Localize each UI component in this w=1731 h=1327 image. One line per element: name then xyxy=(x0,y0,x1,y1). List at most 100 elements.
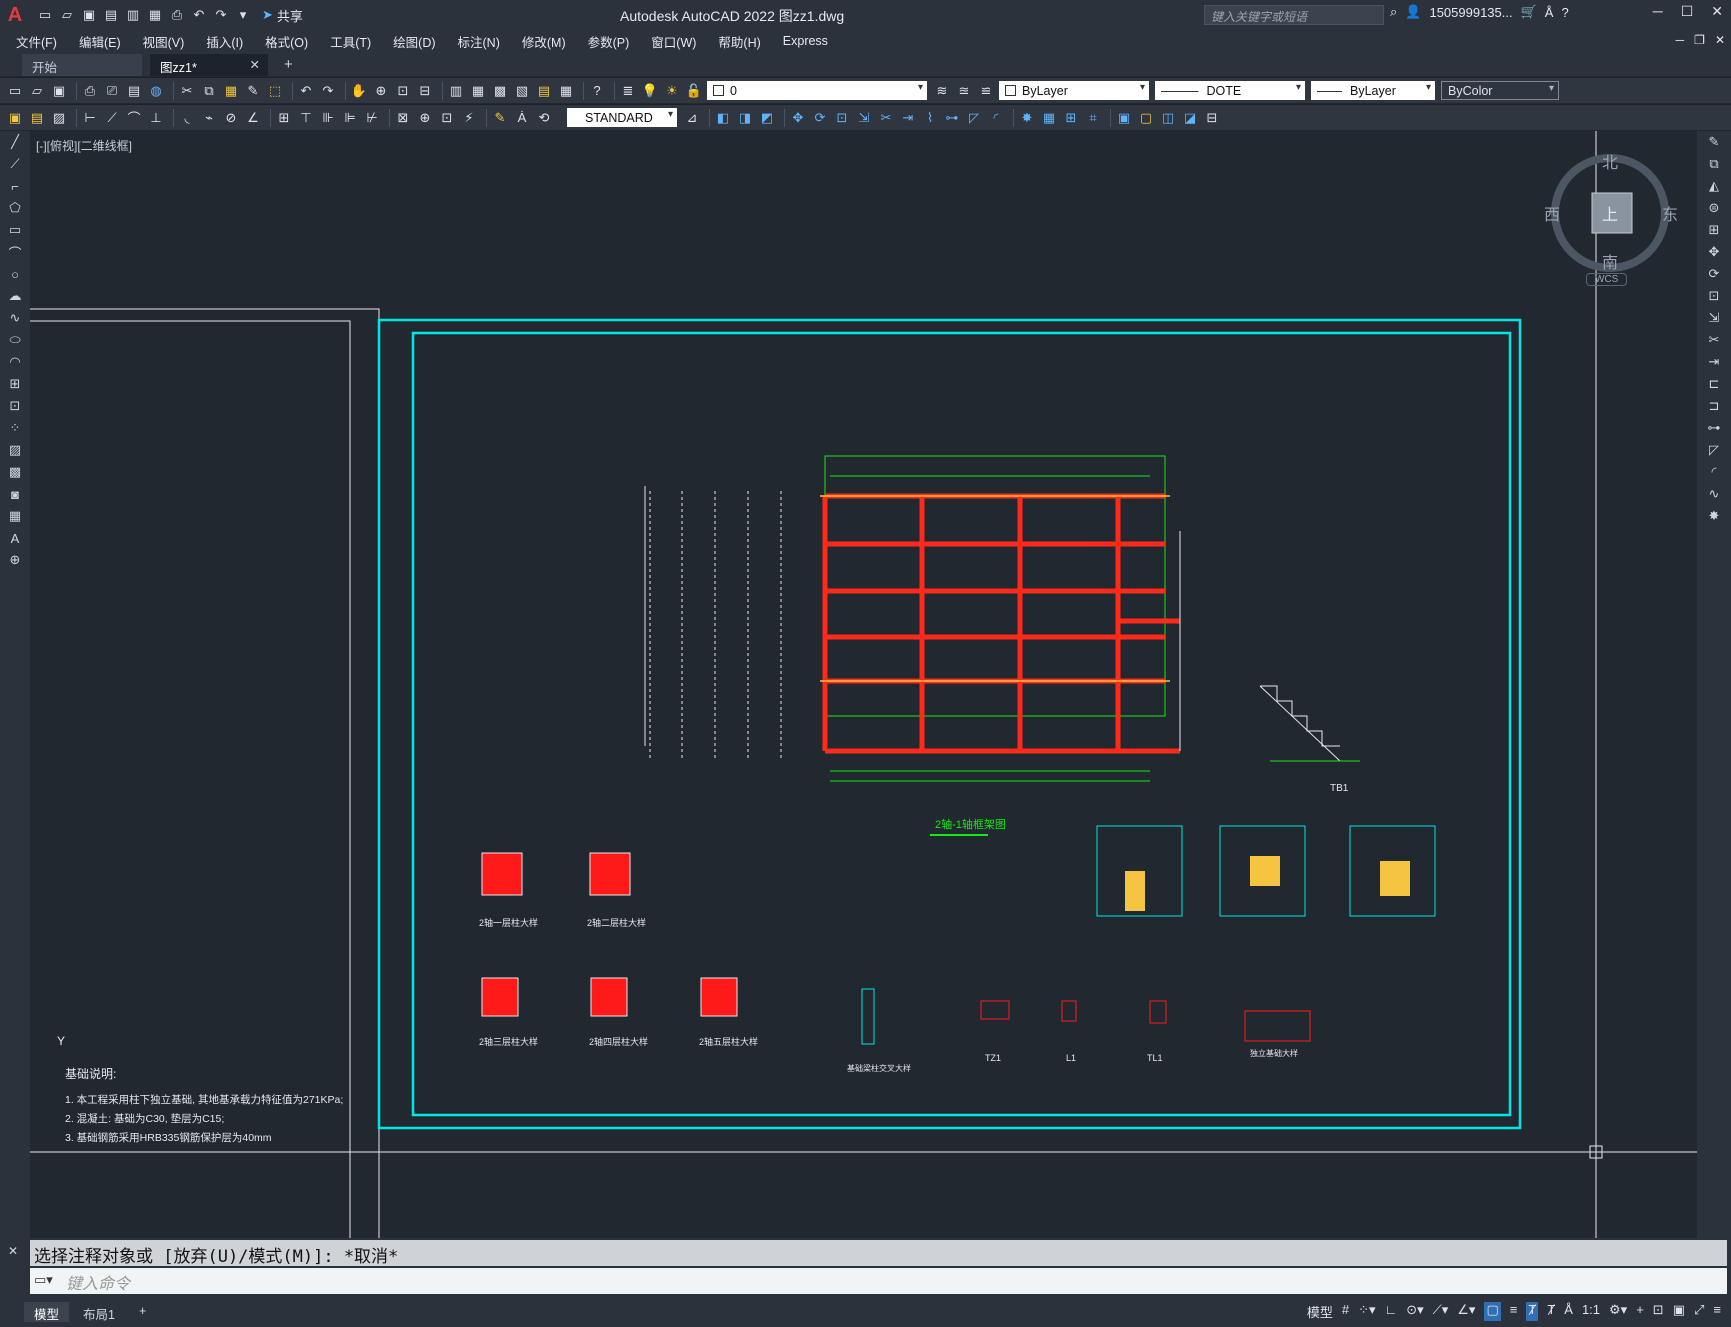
save-icon[interactable]: ▣ xyxy=(50,82,68,100)
compass-east[interactable]: 东 xyxy=(1662,201,1678,225)
osnap-tracking-icon[interactable]: ⟋▾ xyxy=(1433,1302,1449,1321)
blend-curves-icon[interactable]: ∿ xyxy=(1697,483,1731,505)
continue-dimension-icon[interactable]: ⊪ xyxy=(319,109,337,127)
undo-icon[interactable]: ↶ xyxy=(190,6,208,24)
doc-minimize-icon[interactable]: ─ xyxy=(1676,33,1685,47)
layer-previous-icon[interactable]: ≊ xyxy=(955,82,973,100)
table-icon[interactable]: ▦ xyxy=(0,505,30,527)
gradient-icon[interactable]: ▩ xyxy=(0,461,30,483)
units-icon[interactable]: ⊡ xyxy=(1653,1302,1664,1321)
search-icon[interactable]: ⌕ xyxy=(1390,4,1397,20)
menu-parametric[interactable]: 参数(P) xyxy=(588,32,630,51)
autocad-logo-icon[interactable]: A xyxy=(0,0,30,30)
region-icon[interactable]: ◙ xyxy=(0,483,30,505)
drawing-viewport[interactable]: [-][俯视][二维线框] 2轴-1轴框架图 TB1 2轴一层柱大样 2轴二层柱… xyxy=(30,131,1697,1238)
publish-icon[interactable]: ▤ xyxy=(125,82,143,100)
zoom-window-icon[interactable]: ⊡ xyxy=(394,82,412,100)
ordinate-dimension-icon[interactable]: ⊥ xyxy=(147,109,165,127)
menu-file[interactable]: 文件(F) xyxy=(16,32,57,51)
scale-icon[interactable]: ⊡ xyxy=(1697,285,1731,307)
help-icon[interactable]: ? xyxy=(1561,5,1568,20)
plot-preview-icon[interactable]: ⎚ xyxy=(103,82,121,100)
arc-icon[interactable]: ⌒ xyxy=(0,241,30,263)
rotate-icon[interactable]: ⟳ xyxy=(1697,263,1731,285)
fillet-icon[interactable]: ◜ xyxy=(1697,461,1731,483)
search-input[interactable]: 键入关键字或短语 xyxy=(1204,5,1384,25)
copy-object-icon[interactable]: ◧ xyxy=(714,109,732,127)
radius-dimension-icon[interactable]: ◟ xyxy=(178,109,196,127)
menu-dimension[interactable]: 标注(N) xyxy=(458,32,500,51)
quick-properties-icon[interactable]: ▣ xyxy=(1673,1302,1685,1321)
wcs-button[interactable]: WCS xyxy=(1586,273,1628,286)
close-icon[interactable]: ✕ xyxy=(1711,3,1723,20)
share-button[interactable]: ➤ 共享 xyxy=(262,6,303,25)
dimstyle-select[interactable]: STANDARD ▾ xyxy=(567,108,677,127)
menu-modify[interactable]: 修改(M) xyxy=(522,32,566,51)
open-web-icon[interactable]: ▥ xyxy=(124,6,142,24)
copy-icon[interactable]: ⧉ xyxy=(200,82,218,100)
new-file-icon[interactable]: ▭ xyxy=(36,6,54,24)
qnew-icon[interactable]: ▭ xyxy=(6,82,24,100)
polar-tracking-icon[interactable]: ⊙▾ xyxy=(1406,1302,1423,1321)
align-icon[interactable]: ⊞ xyxy=(1062,109,1080,127)
mirror-icon[interactable]: ◨ xyxy=(736,109,754,127)
zoom-realtime-icon[interactable]: ⊕ xyxy=(372,82,390,100)
baseline-dimension-icon[interactable]: ⊤ xyxy=(297,109,315,127)
layer-lock-icon[interactable]: 🔓 xyxy=(685,82,703,100)
minimize-icon[interactable]: ─ xyxy=(1653,3,1663,20)
menu-insert[interactable]: 插入(I) xyxy=(206,32,243,51)
layer-on-icon[interactable]: 💡 xyxy=(641,82,659,100)
close-tab-icon[interactable]: ✕ xyxy=(250,57,260,72)
chamfer-icon[interactable]: ◸ xyxy=(965,109,983,127)
diameter-dimension-icon[interactable]: ⊘ xyxy=(222,109,240,127)
ungroup-icon[interactable]: ▢ xyxy=(1137,109,1155,127)
annotation-monitor-icon[interactable]: + xyxy=(1636,1302,1644,1321)
dimension-space-icon[interactable]: ⊫ xyxy=(341,109,359,127)
maximize-icon[interactable]: ☐ xyxy=(1681,3,1694,20)
menu-view[interactable]: 视图(V) xyxy=(143,32,185,51)
view-manager-icon[interactable]: ◪ xyxy=(1181,109,1199,127)
explode-icon[interactable]: ✸ xyxy=(1697,505,1731,527)
doc-close-icon[interactable]: ✕ xyxy=(1715,33,1725,47)
ellipse-arc-icon[interactable]: ◠ xyxy=(0,351,30,373)
join-icon[interactable]: ⊶ xyxy=(943,109,961,127)
insert-block-icon[interactable]: ▤ xyxy=(28,109,46,127)
cart-icon[interactable]: 🛒 xyxy=(1521,4,1537,20)
tab-model[interactable]: 模型 xyxy=(24,1301,70,1322)
menu-edit[interactable]: 编辑(E) xyxy=(79,32,121,51)
tolerance-icon[interactable]: ⊠ xyxy=(394,109,412,127)
plot-icon[interactable]: ⎙ xyxy=(81,82,99,100)
trim-icon[interactable]: ✂ xyxy=(877,109,895,127)
revision-cloud-icon[interactable]: ☁ xyxy=(0,285,30,307)
lineweight-icon[interactable]: ≡ xyxy=(1510,1302,1518,1321)
command-customize-icon[interactable]: ▭▾ xyxy=(34,1272,53,1288)
plot-icon[interactable]: ⎙ xyxy=(168,6,186,24)
block-editor-icon[interactable]: ⬚ xyxy=(266,82,284,100)
autodesk-app-icon[interactable]: Å xyxy=(1545,5,1554,20)
make-current-layer-icon[interactable]: ≋ xyxy=(933,82,951,100)
group-icon[interactable]: ▣ xyxy=(1115,109,1133,127)
menu-window[interactable]: 窗口(W) xyxy=(651,32,696,51)
arc-length-icon[interactable]: ⌒ xyxy=(125,109,143,127)
dimension-update-icon[interactable]: ⟲ xyxy=(535,109,553,127)
cut-icon[interactable]: ✂ xyxy=(178,82,196,100)
dimension-text-edit-icon[interactable]: Ȧ xyxy=(513,109,531,127)
menu-help[interactable]: 帮助(H) xyxy=(718,32,760,51)
erase-icon[interactable]: ✎ xyxy=(1697,131,1731,153)
auto-scale-icon[interactable]: Ⱦ xyxy=(1547,1302,1555,1321)
menu-express[interactable]: Express xyxy=(783,34,828,48)
open-icon[interactable]: ▱ xyxy=(28,82,46,100)
inspect-icon[interactable]: ⊡ xyxy=(438,109,456,127)
quick-dimension-icon[interactable]: ⊞ xyxy=(275,109,293,127)
add-layout-button[interactable]: + xyxy=(129,1302,156,1322)
ellipse-icon[interactable]: ⬭ xyxy=(0,329,30,351)
customize-qat-icon[interactable]: ▾ xyxy=(234,6,252,24)
center-mark-icon[interactable]: ⊕ xyxy=(416,109,434,127)
drawing-canvas[interactable]: 2轴-1轴框架图 TB1 2轴一层柱大样 2轴二层柱大样 2轴三层柱大样 2轴四… xyxy=(30,131,1697,1238)
extend-icon[interactable]: ⇥ xyxy=(1697,351,1731,373)
redo-icon[interactable]: ↷ xyxy=(319,82,337,100)
grid-icon[interactable]: # xyxy=(1342,1302,1349,1321)
command-input[interactable]: ▭▾ 键入命令 xyxy=(30,1268,1727,1294)
offset-icon[interactable]: ⊜ xyxy=(1697,197,1731,219)
sheet-set-icon[interactable]: ▧ xyxy=(513,82,531,100)
